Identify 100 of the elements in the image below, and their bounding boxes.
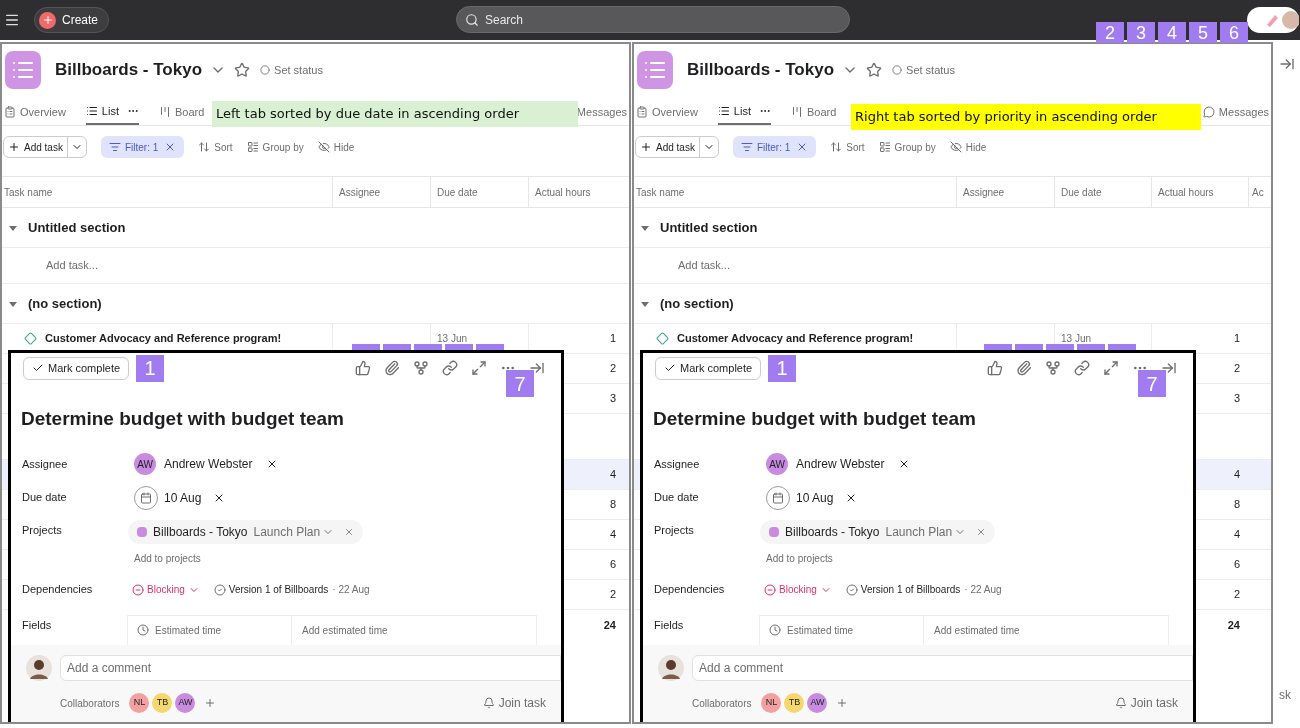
star-icon[interactable]	[866, 62, 883, 78]
collaborator-avatar[interactable]: NL	[761, 693, 782, 713]
mark-complete-button[interactable]: Mark complete	[23, 356, 130, 380]
task-title[interactable]: Determine budget with budget team	[11, 405, 561, 434]
hide-button[interactable]: Hide	[317, 139, 355, 155]
blocking-dropdown[interactable]: Blocking	[764, 582, 832, 597]
view-tab[interactable]: List	[85, 99, 139, 125]
check-circle-icon	[845, 583, 858, 596]
dependency-task[interactable]: Version 1 of Billboards	[228, 582, 329, 597]
subtask-icon[interactable]	[1045, 360, 1061, 376]
assignee-name[interactable]: Andrew Webster	[164, 455, 253, 473]
comment-field[interactable]: Add a comment	[60, 655, 561, 681]
view-tab[interactable]: Messages	[1202, 99, 1271, 125]
task-name[interactable]: Customer Advocacy and Reference program!	[45, 330, 282, 347]
user-avatar	[26, 655, 52, 681]
add-task-link[interactable]: Add task...	[46, 257, 98, 274]
blocking-dropdown[interactable]: Blocking	[132, 582, 200, 597]
link-icon[interactable]	[1074, 360, 1090, 376]
project-title[interactable]: Billboards - Tokyo	[55, 57, 203, 83]
user-avatar[interactable]	[1247, 7, 1299, 33]
column-header[interactable]: Ac	[1248, 177, 1270, 207]
assignee-name[interactable]: Andrew Webster	[796, 455, 885, 473]
view-tab[interactable]: Messages	[576, 99, 629, 125]
join-task-button[interactable]: Join task	[1114, 694, 1178, 712]
add-to-projects-link[interactable]: Add to projects	[134, 548, 550, 573]
column-header[interactable]: Due date	[1054, 177, 1151, 207]
link-icon[interactable]	[442, 360, 458, 376]
join-task-button[interactable]: Join task	[482, 694, 546, 712]
close-panel-icon[interactable]	[529, 360, 545, 376]
view-tab[interactable]: Board	[158, 99, 205, 125]
column-header[interactable]: Actual hours	[528, 177, 624, 207]
close-panel-icon[interactable]	[1278, 56, 1295, 72]
task-title[interactable]: Determine budget with budget team	[643, 405, 1193, 434]
attachment-icon[interactable]	[384, 360, 400, 376]
star-icon[interactable]	[234, 62, 251, 78]
section-title[interactable]: Untitled section	[28, 217, 126, 238]
expand-icon[interactable]	[1103, 360, 1119, 376]
due-date[interactable]: 10 Aug	[796, 488, 834, 507]
due-date[interactable]: 13 Jun	[1061, 331, 1092, 346]
hours-value: 2	[1233, 587, 1240, 603]
hours-total: 24	[1227, 617, 1240, 633]
clipboard-icon	[636, 106, 648, 118]
comment-field[interactable]: Add a comment	[692, 655, 1193, 681]
set-status-button[interactable]: Set status	[260, 61, 323, 79]
subtask-icon[interactable]	[413, 360, 429, 376]
number-badge: 2	[1096, 22, 1124, 43]
project-title[interactable]: Billboards - Tokyo	[687, 57, 835, 83]
view-tab[interactable]: List	[717, 99, 771, 125]
project-chip[interactable]: Billboards - Tokyo Launch Plan	[760, 519, 996, 544]
task-name[interactable]: Customer Advocacy and Reference program!	[677, 330, 914, 347]
column-header[interactable]: Assignee	[332, 177, 430, 207]
collaborator-avatar[interactable]: TB	[152, 693, 173, 713]
attachment-icon[interactable]	[1016, 360, 1032, 376]
create-button[interactable]: Create	[34, 7, 110, 33]
column-header[interactable]: Task name	[634, 177, 956, 207]
collaborator-avatar[interactable]: NL	[129, 693, 150, 713]
filter-button[interactable]: Filter: 1	[732, 136, 817, 158]
due-date[interactable]: 10 Aug	[164, 488, 202, 507]
like-icon[interactable]	[987, 360, 1003, 376]
expand-icon[interactable]	[471, 360, 487, 376]
partial-text: sk	[1279, 687, 1291, 704]
column-header[interactable]: Due date	[430, 177, 528, 207]
hide-button[interactable]: Hide	[949, 139, 987, 155]
set-status-button[interactable]: Set status	[892, 61, 955, 79]
menu-icon[interactable]	[4, 12, 20, 28]
add-to-projects-link[interactable]: Add to projects	[766, 548, 1182, 573]
group-icon	[878, 141, 891, 153]
like-icon[interactable]	[355, 360, 371, 376]
section-title[interactable]: (no section)	[28, 293, 102, 314]
collaborator-avatar[interactable]: AW	[175, 693, 196, 713]
filter-button[interactable]: Filter: 1	[100, 136, 185, 158]
due-date[interactable]: 13 Jun	[437, 331, 468, 346]
dependency-task[interactable]: Version 1 of Billboards	[860, 582, 961, 597]
sort-button[interactable]: Sort	[198, 139, 233, 155]
group-by-button[interactable]: Group by	[246, 139, 304, 155]
collaborator-avatar[interactable]: AW	[807, 693, 828, 713]
sort-button[interactable]: Sort	[830, 139, 865, 155]
column-header[interactable]: Task name	[2, 177, 332, 207]
view-tab[interactable]: Overview	[4, 99, 66, 125]
section-title[interactable]: Untitled section	[660, 217, 758, 238]
view-tab[interactable]: Overview	[636, 99, 698, 125]
collaborator-avatar[interactable]: TB	[784, 693, 805, 713]
check-circle-icon	[213, 583, 226, 596]
project-chip[interactable]: Billboards - Tokyo Launch Plan	[128, 519, 364, 544]
task-status-icon[interactable]	[24, 332, 37, 345]
view-tab[interactable]: Board	[790, 99, 837, 125]
add-icon[interactable]	[204, 697, 217, 709]
add-icon[interactable]	[836, 697, 849, 709]
project-section[interactable]: Launch Plan	[253, 522, 321, 541]
project-section[interactable]: Launch Plan	[885, 522, 953, 541]
annotation-tooltip: Left tab sorted by due date in ascending order	[212, 101, 578, 127]
add-task-link[interactable]: Add task...	[678, 257, 730, 274]
close-panel-icon[interactable]	[1161, 360, 1177, 376]
section-title[interactable]: (no section)	[660, 293, 734, 314]
search-field[interactable]: Search	[456, 6, 850, 33]
column-header[interactable]: Actual hours	[1151, 177, 1248, 207]
group-by-button[interactable]: Group by	[878, 139, 936, 155]
column-header[interactable]: Assignee	[956, 177, 1054, 207]
task-status-icon[interactable]	[656, 332, 669, 345]
mark-complete-button[interactable]: Mark complete	[655, 356, 762, 380]
